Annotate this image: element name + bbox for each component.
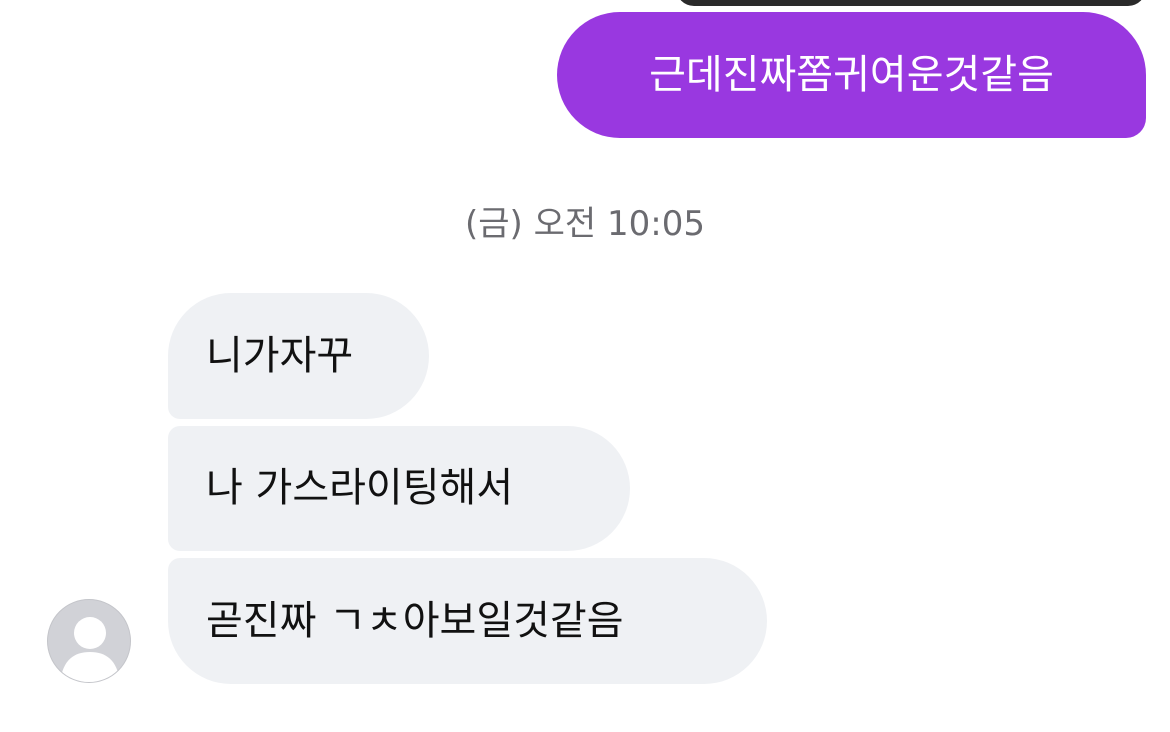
- message-timestamp: (금) 오전 10:05: [465, 204, 705, 244]
- avatar[interactable]: [47, 599, 131, 683]
- chat-thread: 근데진짜쫌귀여운것같음 (금) 오전 10:05 니가자꾸 나 가스라이팅해서 …: [0, 0, 1170, 732]
- default-person-avatar-icon: [60, 617, 120, 682]
- incoming-message-bubble[interactable]: 곧진짜 ㄱㅊ아보일것같음: [168, 558, 767, 684]
- incoming-message-bubble[interactable]: 나 가스라이팅해서: [168, 426, 630, 551]
- outgoing-message-bubble[interactable]: 근데진짜쫌귀여운것같음: [557, 12, 1146, 138]
- incoming-message-bubble[interactable]: 니가자꾸: [168, 293, 429, 419]
- image-message-preview[interactable]: [676, 0, 1146, 6]
